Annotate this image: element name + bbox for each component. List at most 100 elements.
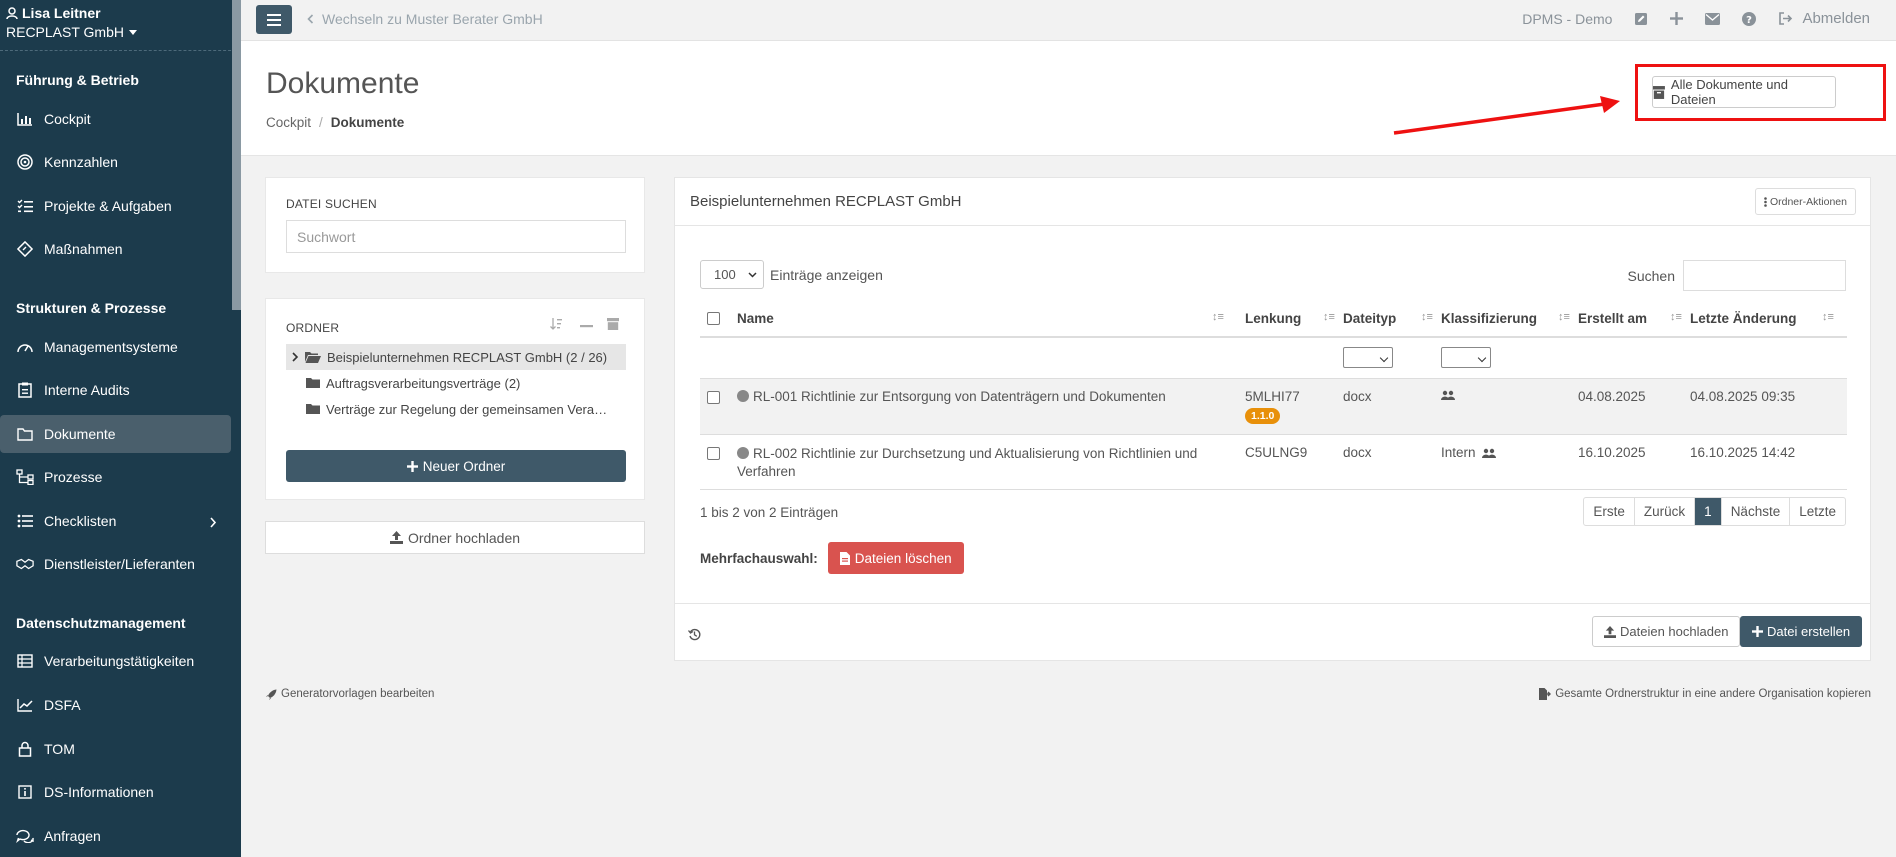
select-all-checkbox[interactable] — [707, 312, 720, 325]
switch-org-link[interactable]: Wechseln zu Muster Berater GmbH — [307, 11, 543, 27]
sort-icon[interactable]: ↕≡ — [1421, 311, 1433, 323]
multi-select-actions: Mehrfachauswahl: Dateien löschen — [700, 542, 964, 574]
archive-icon[interactable] — [607, 318, 619, 330]
sidebar-item-prozesse[interactable]: Prozesse — [0, 458, 231, 496]
klassifizierung-filter-select[interactable] — [1441, 347, 1491, 368]
upload-folder-button[interactable]: Ordner hochladen — [265, 521, 645, 554]
chevron-right-icon[interactable] — [291, 352, 299, 362]
sidebar-item-dienstleister[interactable]: Dienstleister/Lieferanten — [0, 545, 231, 583]
file-pdf-icon — [839, 551, 850, 565]
collapse-icon[interactable] — [580, 325, 593, 328]
copy-structure-link[interactable]: Gesamte Ordnerstruktur in eine andere Or… — [1539, 688, 1871, 700]
row-checkbox[interactable] — [707, 391, 720, 404]
folder-open-icon — [305, 352, 321, 363]
sort-icon[interactable]: ↕≡ — [1670, 311, 1682, 323]
current-folder-title: Beispielunternehmen RECPLAST GmbH — [690, 193, 962, 210]
users-icon — [1441, 388, 1455, 403]
table-row[interactable]: RL-001 Richtlinie zur Entsorgung von Dat… — [700, 379, 1847, 435]
file-name-continued: Verfahren — [737, 464, 796, 479]
sidebar: Lisa Leitner RECPLAST GmbH Führung & Bet… — [0, 0, 241, 857]
sidebar-item-label: Anfragen — [44, 828, 101, 844]
help-icon[interactable]: ? — [1742, 11, 1757, 26]
generator-templates-link[interactable]: Generatorvorlagen bearbeiten — [266, 688, 434, 700]
sidebar-item-label: Kennzahlen — [44, 154, 118, 170]
logout-button[interactable]: Abmelden — [1778, 10, 1870, 27]
sidebar-scrollbar[interactable] — [232, 0, 241, 310]
sidebar-item-managementsysteme[interactable]: Managementsysteme — [0, 328, 231, 366]
sidebar-item-cockpit[interactable]: Cockpit — [0, 100, 231, 138]
sidebar-item-dokumente[interactable]: Dokumente — [0, 415, 231, 453]
file-name-link[interactable]: RL-002 Richtlinie zur Durchsetzung und A… — [737, 445, 1227, 481]
sidebar-item-ds-informationen[interactable]: DS-Informationen — [0, 773, 231, 811]
sidebar-item-tom[interactable]: TOM — [0, 730, 231, 768]
delete-files-button[interactable]: Dateien löschen — [827, 542, 964, 574]
row-checkbox[interactable] — [707, 447, 720, 460]
file-search-input[interactable]: Suchwort — [286, 220, 626, 253]
section-fuehrung: Führung & Betrieb — [16, 72, 139, 88]
sidebar-item-verarbeitung[interactable]: Verarbeitungstätigkeiten — [0, 642, 231, 680]
new-folder-button[interactable]: Neuer Ordner — [286, 450, 626, 482]
sidebar-item-kennzahlen[interactable]: Kennzahlen — [0, 143, 231, 181]
sidebar-item-anfragen[interactable]: Anfragen — [0, 817, 231, 855]
column-header-geaendert[interactable]: Letzte Änderung — [1690, 311, 1797, 326]
sidebar-item-label: Interne Audits — [44, 382, 130, 398]
created-date: 04.08.2025 — [1578, 389, 1646, 404]
column-header-klassifizierung[interactable]: Klassifizierung — [1441, 311, 1537, 326]
sidebar-item-projekte[interactable]: Projekte & Aufgaben — [0, 187, 231, 225]
sidebar-item-checklisten[interactable]: Checklisten — [0, 502, 231, 540]
sidebar-item-label: Checklisten — [44, 513, 117, 529]
line-chart-icon — [16, 696, 34, 714]
created-date: 16.10.2025 — [1578, 445, 1646, 460]
page-size-select[interactable]: 100 — [700, 260, 764, 289]
folder-tree-item[interactable]: Verträge zur Regelung der gemeinsamen Ve… — [286, 396, 626, 422]
documents-table: Name ↕≡ Lenkung ↕≡ Dateityp ↕≡ Klassifiz… — [700, 300, 1847, 490]
folder-actions-button[interactable]: Ordner-Aktionen — [1754, 188, 1856, 215]
sort-icon[interactable]: ↕≡ — [1822, 311, 1834, 323]
plus-icon[interactable] — [1670, 12, 1684, 25]
column-header-name[interactable]: Name — [737, 311, 774, 326]
column-header-erstellt[interactable]: Erstellt am — [1578, 311, 1647, 326]
multi-select-label: Mehrfachauswahl: — [700, 550, 818, 566]
edit-icon[interactable] — [1634, 12, 1648, 26]
documents-panel-header: Beispielunternehmen RECPLAST GmbH Ordner… — [675, 178, 1870, 226]
all-documents-button[interactable]: Alle Dokumente und Dateien — [1652, 76, 1836, 108]
pager-previous[interactable]: Zurück — [1635, 498, 1696, 525]
table-row[interactable]: RL-002 Richtlinie zur Durchsetzung und A… — [700, 435, 1847, 490]
plus-icon — [1752, 626, 1763, 637]
sort-icon[interactable]: ↕≡ — [1558, 311, 1570, 323]
folder-tree-item[interactable]: Beispielunternehmen RECPLAST GmbH (2 / 2… — [286, 344, 626, 370]
sidebar-item-label: Managementsysteme — [44, 339, 178, 355]
sidebar-item-dsfa[interactable]: DSFA — [0, 686, 231, 724]
documents-panel: Beispielunternehmen RECPLAST GmbH Ordner… — [674, 177, 1871, 661]
table-search-input[interactable] — [1683, 260, 1846, 291]
pager-last[interactable]: Letzte — [1790, 498, 1845, 525]
switch-org-label: Wechseln zu Muster Berater GmbH — [322, 11, 543, 27]
file-name-link[interactable]: RL-001 Richtlinie zur Entsorgung von Dat… — [737, 389, 1217, 404]
dateityp-filter-select[interactable] — [1343, 347, 1393, 368]
sort-icon[interactable] — [550, 318, 563, 330]
target-icon — [16, 153, 34, 171]
folder-tree-item[interactable]: Auftragsverarbeitungsverträge (2) — [286, 370, 626, 396]
pager-next[interactable]: Nächste — [1722, 498, 1791, 525]
envelope-icon[interactable] — [1705, 12, 1721, 25]
history-icon[interactable] — [688, 628, 701, 641]
sidebar-item-audits[interactable]: Interne Audits — [0, 371, 231, 409]
sort-icon[interactable]: ↕≡ — [1323, 311, 1335, 323]
create-file-button[interactable]: Datei erstellen — [1740, 616, 1863, 647]
archive-icon — [1653, 85, 1665, 99]
pager-page-1[interactable]: 1 — [1695, 498, 1722, 525]
breadcrumb-link-cockpit[interactable]: Cockpit — [266, 115, 311, 130]
annotation-arrow — [1393, 96, 1620, 135]
menu-toggle-button[interactable] — [256, 5, 292, 34]
upload-icon — [389, 531, 403, 544]
upload-files-button[interactable]: Dateien hochladen — [1592, 616, 1741, 647]
column-header-lenkung[interactable]: Lenkung — [1245, 311, 1301, 326]
column-header-dateityp[interactable]: Dateityp — [1343, 311, 1396, 326]
user-menu[interactable]: Lisa Leitner — [6, 5, 235, 21]
sidebar-item-massnahmen[interactable]: Maßnahmen — [0, 230, 231, 268]
pager-first[interactable]: Erste — [1584, 498, 1635, 525]
user-block: Lisa Leitner RECPLAST GmbH — [0, 0, 241, 51]
sort-icon[interactable]: ↕≡ — [1212, 311, 1224, 323]
table-header-row: Name ↕≡ Lenkung ↕≡ Dateityp ↕≡ Klassifiz… — [700, 300, 1847, 338]
org-switcher[interactable]: RECPLAST GmbH — [6, 24, 235, 40]
